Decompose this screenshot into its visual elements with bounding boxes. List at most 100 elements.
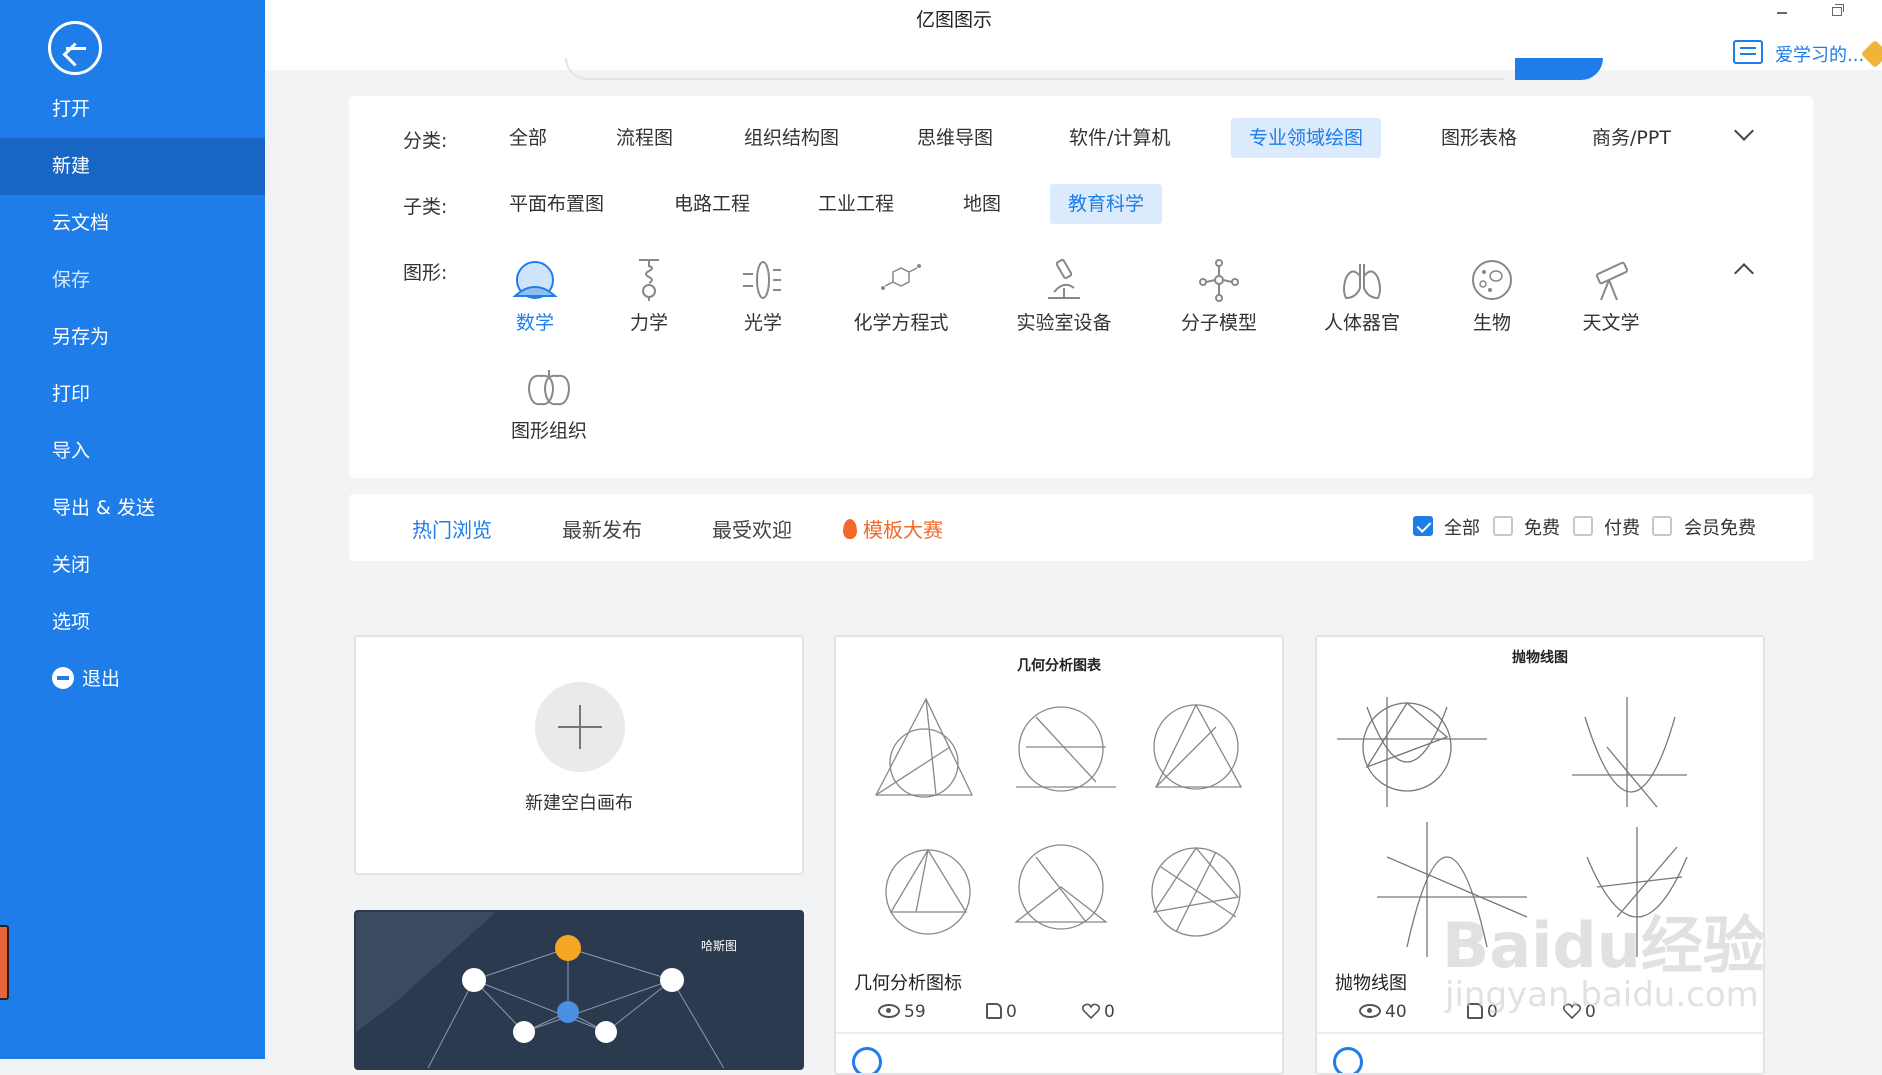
subcategory-circuit[interactable]: 电路工程 — [656, 184, 768, 224]
template-thumb-title: 抛物线图 — [1512, 650, 1568, 666]
tab-latest[interactable]: 最新发布 — [562, 514, 642, 543]
category-all[interactable]: 全部 — [491, 118, 565, 158]
category-business-ppt[interactable]: 商务/PPT — [1574, 118, 1689, 158]
molecular-model-icon — [1199, 259, 1239, 302]
shape-biology[interactable]: 生物 — [1427, 258, 1557, 335]
sidebar-item-label: 新建 — [52, 155, 91, 177]
views-value: 59 — [904, 1002, 926, 1022]
template-name: 抛物线图 — [1335, 973, 1407, 994]
spring-icon — [639, 259, 659, 301]
subcategory-industrial[interactable]: 工业工程 — [800, 184, 912, 224]
sidebar-item-exit[interactable]: 退出 — [0, 651, 265, 708]
shape-mechanics[interactable]: 力学 — [584, 258, 714, 335]
views-count: 40 — [1359, 1002, 1407, 1022]
sidebar-item-label: 选项 — [52, 611, 91, 633]
author-logo-icon — [852, 1047, 882, 1073]
category-graphic-table[interactable]: 图形表格 — [1423, 118, 1535, 158]
watermark-brand: Baidu经验 — [1442, 909, 1765, 982]
molecule-formula-icon — [881, 264, 921, 290]
title-bar: 亿图图示 爱学习的... — [265, 0, 1882, 80]
shape-label-text: 化学方程式 — [853, 312, 949, 334]
eye-icon — [878, 1004, 900, 1018]
sidebar-menu: 打开 新建 云文档 保存 另存为 打印 导入 导出 & 发送 关闭 选项 退出 — [0, 81, 265, 708]
search-button[interactable] — [1515, 58, 1603, 80]
shape-label-text: 光学 — [743, 312, 782, 334]
shape-human-organs[interactable]: 人体器官 — [1297, 258, 1427, 335]
sidebar-item-export-send[interactable]: 导出 & 发送 — [0, 480, 265, 537]
subcategory-floor-plan[interactable]: 平面布置图 — [491, 184, 622, 224]
template-card-geometry[interactable]: 几何分析图表 几何分析图标 59 0 0 — [834, 635, 1284, 1075]
eye-icon — [1359, 1004, 1381, 1018]
category-mind-map[interactable]: 思维导图 — [899, 118, 1011, 158]
shape-astronomy[interactable]: 天文学 — [1546, 258, 1676, 335]
filter-panel: 分类: 全部 流程图 组织结构图 思维导图 软件/计算机 专业领域绘图 图形表格… — [349, 96, 1813, 478]
restore-icon[interactable] — [1832, 4, 1844, 16]
subcategory-label: 子类: — [403, 196, 448, 218]
filter-member-free-checkbox[interactable] — [1652, 516, 1672, 536]
app-title: 亿图图示 — [915, 9, 992, 31]
sidebar-item-cloud-docs[interactable]: 云文档 — [0, 195, 265, 252]
shape-optics[interactable]: 光学 — [698, 258, 828, 335]
chevron-up-icon[interactable] — [1734, 263, 1754, 283]
tab-popular[interactable]: 最受欢迎 — [712, 514, 792, 543]
sidebar-item-options[interactable]: 选项 — [0, 594, 265, 651]
tab-template-contest[interactable]: 模板大赛 — [843, 514, 943, 543]
telescope-icon — [1595, 261, 1629, 301]
sidebar-item-save-as[interactable]: 另存为 — [0, 309, 265, 366]
side-panel-handle[interactable] — [0, 925, 9, 1000]
shape-graphic-organizer[interactable]: 图形组织 — [484, 366, 614, 443]
tab-hot[interactable]: 热门浏览 — [412, 514, 492, 543]
sidebar-item-label: 退出 — [82, 668, 121, 690]
shape-label-text: 图形组织 — [510, 420, 587, 442]
likes-count[interactable]: 0 — [986, 1002, 1017, 1022]
shape-label: 图形: — [403, 262, 448, 284]
author-logo-icon — [1333, 1047, 1363, 1073]
minimize-icon[interactable] — [1777, 12, 1787, 14]
template-thumb-title: 几何分析图表 — [1017, 658, 1101, 674]
filter-member-free-label: 会员免费 — [1684, 518, 1756, 539]
filter-paid-checkbox[interactable] — [1573, 516, 1593, 536]
category-professional[interactable]: 专业领域绘图 — [1231, 118, 1382, 158]
apples-icon — [527, 370, 571, 406]
hasse-diagram-thumbnail — [356, 912, 725, 1068]
plus-icon — [535, 682, 625, 772]
back-arrow-icon[interactable] — [48, 21, 102, 75]
category-org-chart[interactable]: 组织结构图 — [726, 118, 857, 158]
geometry-thumbnail — [874, 697, 1243, 937]
sidebar-item-save[interactable]: 保存 — [0, 252, 265, 309]
sidebar-item-label: 打印 — [52, 383, 91, 405]
user-name[interactable]: 爱学习的... — [1775, 41, 1864, 67]
watermark-url: jingyan.baidu.com — [1445, 975, 1759, 1015]
subcategory-education[interactable]: 教育科学 — [1050, 184, 1163, 224]
shape-chemical-equation[interactable]: 化学方程式 — [836, 258, 966, 335]
favs-count[interactable]: 0 — [1082, 1002, 1115, 1022]
thumbs-up-icon — [986, 1003, 1002, 1019]
template-card-hasse[interactable]: 哈斯图 — [354, 910, 804, 1070]
sidebar: 打开 新建 云文档 保存 另存为 打印 导入 导出 & 发送 关闭 选项 退出 — [0, 0, 265, 1059]
sidebar-item-open[interactable]: 打开 — [0, 81, 265, 138]
filter-all-checkbox[interactable] — [1413, 516, 1433, 536]
category-software[interactable]: 软件/计算机 — [1051, 118, 1188, 158]
filter-free-checkbox[interactable] — [1493, 516, 1513, 536]
sidebar-item-label: 导出 & 发送 — [52, 497, 155, 519]
sidebar-item-label: 关闭 — [52, 554, 91, 576]
shape-lab-equipment[interactable]: 实验室设备 — [999, 258, 1129, 335]
category-flowchart[interactable]: 流程图 — [598, 118, 691, 158]
search-input[interactable] — [565, 58, 1505, 80]
sidebar-item-new[interactable]: 新建 — [0, 138, 265, 195]
shape-label-text: 人体器官 — [1323, 312, 1400, 334]
shape-molecular-model[interactable]: 分子模型 — [1154, 258, 1284, 335]
sidebar-item-close[interactable]: 关闭 — [0, 537, 265, 594]
sidebar-item-print[interactable]: 打印 — [0, 366, 265, 423]
math-icon — [512, 261, 558, 299]
sidebar-item-import[interactable]: 导入 — [0, 423, 265, 480]
card-divider — [1317, 1032, 1763, 1034]
shape-math[interactable]: 数学 — [470, 258, 600, 335]
message-icon[interactable] — [1733, 40, 1763, 64]
new-blank-canvas-card[interactable]: 新建空白画布 — [354, 635, 804, 875]
shape-label-text: 分子模型 — [1180, 312, 1257, 334]
subcategory-map[interactable]: 地图 — [945, 184, 1019, 224]
chevron-down-icon[interactable] — [1734, 121, 1754, 141]
shape-label-text: 天文学 — [1582, 312, 1640, 334]
sidebar-item-label: 保存 — [52, 269, 91, 291]
